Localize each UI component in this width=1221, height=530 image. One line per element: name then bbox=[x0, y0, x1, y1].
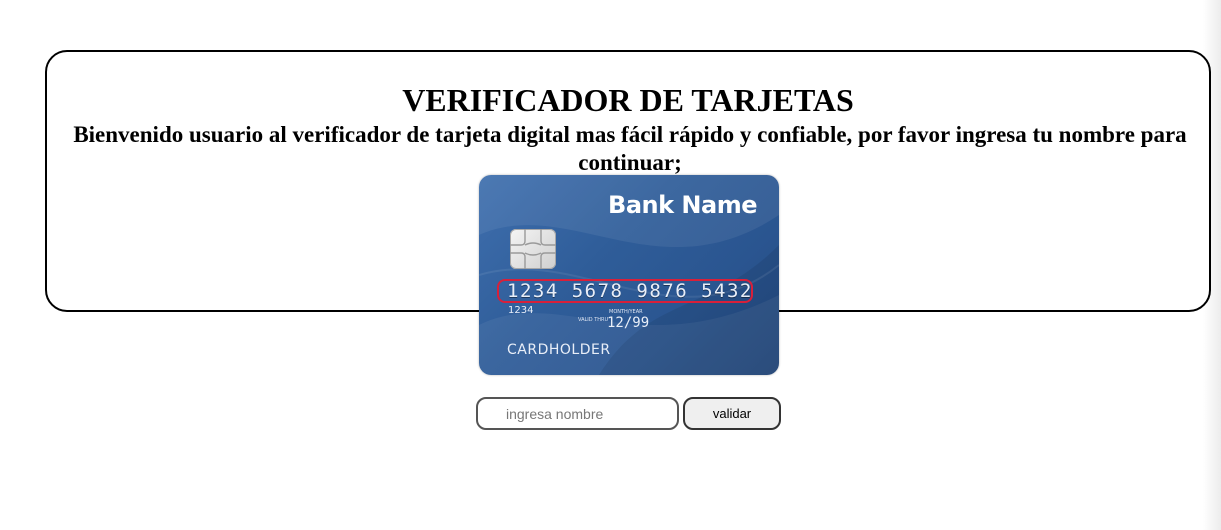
page-title: VERIFICADOR DE TARJETAS bbox=[402, 82, 854, 118]
name-input[interactable] bbox=[476, 397, 679, 430]
credit-card-image: Bank Name 1234 5678 9876 5432 1234 MONTH… bbox=[479, 175, 779, 375]
validate-button[interactable]: validar bbox=[683, 397, 781, 430]
valid-thru-label: VALID THRU bbox=[578, 317, 609, 323]
chip-icon bbox=[510, 229, 556, 269]
bank-name: Bank Name bbox=[608, 191, 757, 219]
card-expiry: 12/99 bbox=[607, 315, 650, 331]
card-number: 1234 5678 9876 5432 bbox=[507, 280, 753, 302]
cardholder-name: CARDHOLDER bbox=[507, 342, 611, 358]
welcome-message: Bienvenido usuario al verificador de tar… bbox=[73, 122, 1187, 175]
card-number-small: 1234 bbox=[508, 305, 534, 316]
